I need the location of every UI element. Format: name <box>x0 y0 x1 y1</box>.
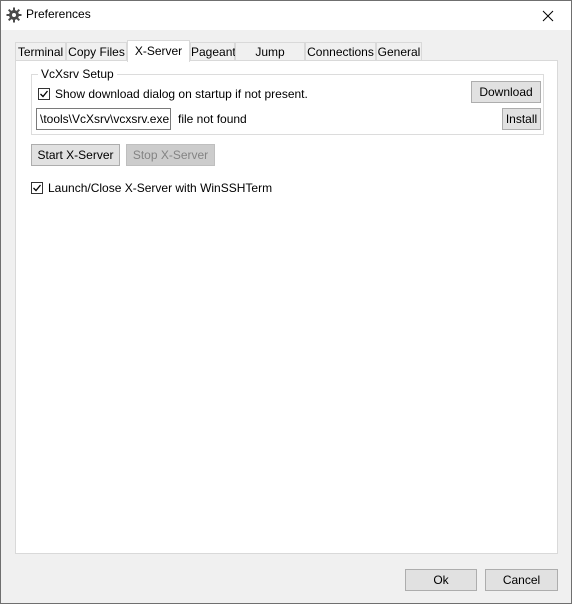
show-download-dialog-checkbox[interactable] <box>38 88 50 100</box>
stop-x-server-button: Stop X-Server <box>126 144 215 166</box>
window-title: Preferences <box>26 7 91 21</box>
tab-jump-server[interactable]: Jump Server <box>235 42 305 77</box>
close-icon <box>542 10 554 21</box>
group-title: VcXsrv Setup <box>38 67 117 81</box>
tab-general[interactable]: General <box>376 42 422 60</box>
launch-close-checkbox[interactable] <box>31 182 43 194</box>
tab-copy-files[interactable]: Copy Files <box>66 42 127 60</box>
download-button[interactable]: Download <box>471 81 541 103</box>
tab-terminal[interactable]: Terminal <box>15 42 66 60</box>
start-x-server-button[interactable]: Start X-Server <box>31 144 120 166</box>
checkmark-icon <box>40 90 49 98</box>
gear-icon <box>6 7 22 23</box>
tab-x-server[interactable]: X-Server <box>127 40 190 62</box>
tab-pageant[interactable]: Pageant <box>190 42 236 60</box>
x-server-panel: VcXsrv Setup Show download dialog on sta… <box>15 60 558 554</box>
close-button[interactable] <box>525 1 571 30</box>
cancel-button[interactable]: Cancel <box>485 569 558 591</box>
launch-close-label: Launch/Close X-Server with WinSSHTerm <box>48 181 273 195</box>
vcxsrv-path-input[interactable]: \tools\VcXsrv\vcxsrv.exe <box>36 108 171 130</box>
vcxsrv-setup-group: VcXsrv Setup Show download dialog on sta… <box>31 67 544 135</box>
ok-button[interactable]: Ok <box>405 569 477 591</box>
install-button[interactable]: Install <box>502 108 541 130</box>
show-download-dialog-label: Show download dialog on startup if not p… <box>55 87 308 101</box>
preferences-window: Preferences Terminal Copy Files X-Server… <box>0 0 572 604</box>
file-status-text: file not found <box>178 112 247 126</box>
tab-connections[interactable]: Connections <box>305 42 376 60</box>
title-bar: Preferences <box>1 1 571 30</box>
checkmark-icon <box>33 184 42 192</box>
